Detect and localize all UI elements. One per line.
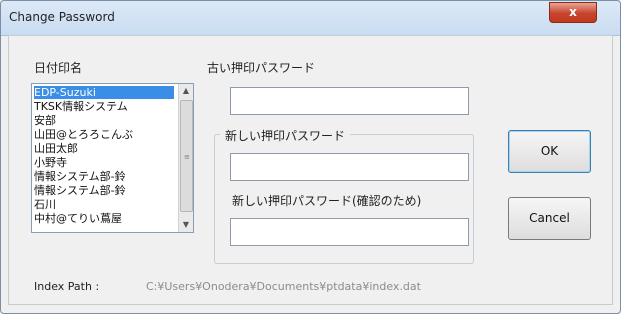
list-item[interactable]: EDP-Suzuki [34,86,174,99]
listbox-scrollbar[interactable]: ▲ ≡ ▼ [178,84,193,232]
cancel-button[interactable]: Cancel [508,197,591,240]
window-title: Change Password [9,10,115,24]
list-item[interactable]: 情報システム部-鈴 [34,170,174,183]
list-item[interactable]: 情報システム部-鈴 [34,184,174,197]
scrollbar-thumb[interactable]: ≡ [180,100,193,212]
grip-icon: ≡ [184,153,190,161]
index-path-value: C:¥Users¥Onodera¥Documents¥ptdata¥index.… [146,280,421,293]
list-item[interactable]: 山田太郎 [34,142,174,155]
confirm-password-label: 新しい押印パスワード(確認のため) [232,194,422,208]
stamp-listbox[interactable]: EDP-Suzuki TKSK情報システム 安部 山田@とろろこんぶ 山田太郎 … [31,83,194,233]
index-path-label: Index Path : [34,280,100,293]
scroll-down-arrow-icon[interactable]: ▼ [179,218,193,232]
list-item[interactable]: 石川 [34,198,174,211]
close-button[interactable]: x [549,2,597,23]
list-item[interactable]: 山田@とろろこんぶ [34,128,174,141]
list-item[interactable]: 安部 [34,114,174,127]
new-password-group-label: 新しい押印パスワード [220,127,351,144]
list-item[interactable]: 中村@てりい蔦屋 [34,212,174,225]
scroll-up-arrow-icon[interactable]: ▲ [179,84,193,98]
new-password-input[interactable] [230,153,469,181]
title-bar[interactable]: Change Password x [1,1,620,36]
list-item[interactable]: 小野寺 [34,156,174,169]
ok-button[interactable]: OK [508,130,591,173]
old-password-label: 古い押印パスワード [207,61,316,75]
list-item[interactable]: TKSK情報システム [34,100,174,113]
date-stamp-label: 日付印名 [34,61,83,75]
confirm-password-input[interactable] [230,218,469,246]
old-password-input[interactable] [230,87,469,115]
